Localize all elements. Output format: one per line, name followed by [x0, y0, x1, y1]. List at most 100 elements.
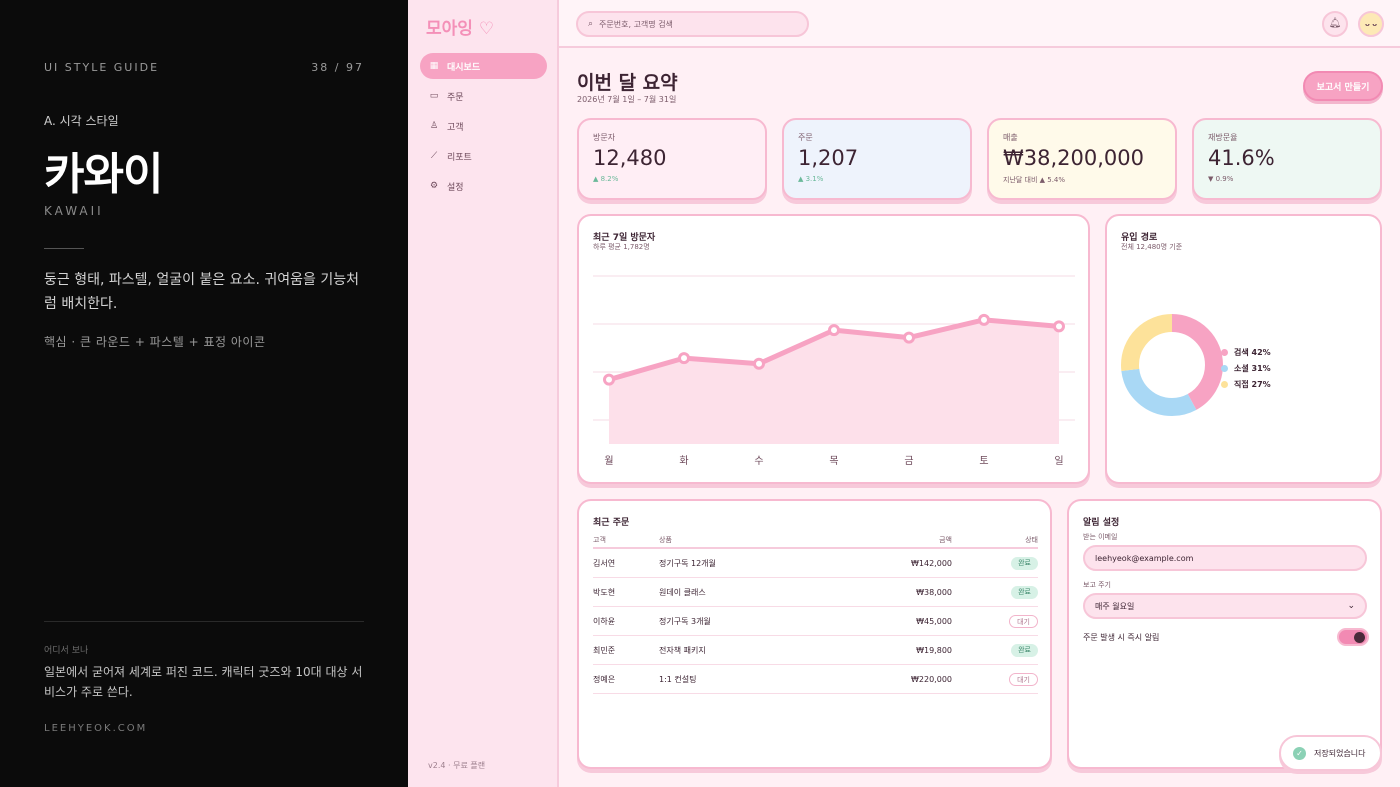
x-tick-label: 금	[904, 455, 913, 467]
page-title: 이번 달 요약	[577, 72, 678, 94]
kpi-card-return-rate: 재방문율 41.6% ▼ 0.9%	[1192, 118, 1382, 200]
data-point[interactable]	[1053, 320, 1065, 333]
guide-divider	[44, 248, 84, 249]
table-row[interactable]: 김서연 정기구독 12개월 ₩142,000 완료	[593, 549, 1038, 578]
cycle-select[interactable]: 매주 월요일 ⌄	[1083, 593, 1367, 619]
legend-item: 직접 27%	[1221, 376, 1271, 392]
legend-label: 소셜 31%	[1234, 363, 1271, 373]
instant-alert-toggle[interactable]	[1337, 628, 1369, 646]
page-date: 2026년 7월 1일 – 7월 31일	[577, 95, 677, 104]
status-badge: 대기	[1009, 614, 1038, 628]
cell-product: 정기구독 3개월	[659, 616, 711, 626]
legend-item: 검색 42%	[1221, 344, 1271, 360]
cell-amount: ₩142,000	[911, 558, 952, 568]
sidebar-item-label: 대시보드	[447, 62, 481, 73]
cycle-label: 보고 주기	[1083, 581, 1111, 589]
create-report-button[interactable]: 보고서 만들기	[1303, 71, 1383, 101]
app-window: 모아잉 ♡ ▦ 대시보드 ▭ 주문 ♙ 고객 ⟋ 리포트 ⚙ 설정 v2.4 ·…	[408, 0, 1400, 787]
cell-customer: 김서연	[593, 558, 616, 568]
kpi-label: 방문자	[593, 133, 616, 142]
toast-message: 저장되었습니다	[1314, 748, 1366, 758]
notification-settings-card: 알림 설정 받는 이메일 leehyeok@example.com 보고 주기 …	[1067, 499, 1382, 769]
visitors-line-chart: 월화수목금토일	[593, 275, 1075, 467]
sidebar-nav: ▦ 대시보드 ▭ 주문 ♙ 고객 ⟋ 리포트 ⚙ 설정	[420, 53, 547, 203]
cell-customer: 최민준	[593, 645, 616, 655]
sidebar-item-dashboard[interactable]: ▦ 대시보드	[420, 53, 547, 79]
cell-status: 완료	[952, 556, 1038, 570]
sidebar-item-label: 주문	[447, 92, 464, 103]
save-toast: ✓ 저장되었습니다	[1279, 735, 1382, 771]
cell-amount: ₩38,000	[916, 587, 952, 597]
status-badge: 완료	[1011, 643, 1038, 657]
grid-icon: ▦	[429, 61, 439, 71]
kpi-delta: ▼ 0.9%	[1208, 175, 1234, 183]
guide-header: UI STYLE GUIDE	[44, 61, 160, 74]
calendar-icon: ▭	[429, 91, 439, 101]
cycle-value: 매주 월요일	[1095, 601, 1135, 611]
orders-title: 최근 주문	[593, 518, 630, 528]
app-logo[interactable]: 모아잉 ♡	[426, 14, 494, 39]
legend-item: 소셜 31%	[1221, 360, 1271, 376]
toggle-knob	[1354, 632, 1365, 643]
email-label: 받는 이메일	[1083, 533, 1118, 541]
data-point[interactable]	[903, 331, 915, 344]
table-row[interactable]: 박도현 원데이 클래스 ₩38,000 완료	[593, 578, 1038, 607]
kpi-card-orders: 주문 1,207 ▲ 3.1%	[782, 118, 972, 200]
legend-dot	[1221, 380, 1228, 388]
table-row[interactable]: 이하윤 정기구독 3개월 ₩45,000 대기	[593, 607, 1038, 636]
data-point[interactable]	[753, 357, 765, 370]
chart-subtitle: 전체 12,480명 기준	[1121, 243, 1183, 251]
guide-where-text: 일본에서 굳어져 세계로 퍼진 코드. 캐릭터 굿즈와 10대 대상 서비스가 …	[44, 665, 363, 699]
visitors-chart-card: 최근 7일 방문자 하루 평균 1,782명 월화수목금토일	[577, 214, 1090, 484]
sidebar-item-settings[interactable]: ⚙ 설정	[420, 173, 547, 199]
guide-site[interactable]: LEEHYEOK.COM	[44, 723, 147, 734]
cell-amount: ₩19,800	[916, 645, 952, 655]
cell-product: 원데이 클래스	[659, 587, 706, 597]
orders-table: 고객 상품 금액 상태 김서연 정기구독 12개월 ₩142,000 완료 박도현 원데이…	[593, 533, 1038, 694]
search-input[interactable]: ⌕ 주문번호, 고객명 검색	[576, 11, 809, 37]
version-label: v2.4 · 무료 플랜	[428, 761, 486, 770]
settings-title: 알림 설정	[1083, 518, 1120, 528]
guide-divider-bottom	[44, 621, 364, 622]
instant-label: 주문 발생 시 즉시 알림	[1083, 633, 1160, 642]
data-point[interactable]	[603, 373, 615, 386]
kpi-delta: ▲ 8.2%	[593, 175, 619, 183]
cell-product: 1:1 컨설팅	[659, 674, 697, 684]
guide-where-label: 어디서 보나	[44, 646, 89, 656]
sidebar-item-orders[interactable]: ▭ 주문	[420, 83, 547, 109]
status-badge: 완료	[1011, 556, 1038, 570]
recent-orders-card: 최근 주문 고객 상품 금액 상태 김서연 정기구독 12개월 ₩142,000 완료…	[577, 499, 1052, 769]
table-row[interactable]: 최민준 전자책 패키지 ₩19,800 완료	[593, 636, 1038, 665]
header-amount: 금액	[939, 536, 952, 544]
bell-icon[interactable]: 🔔︎	[1322, 11, 1348, 37]
kpi-label: 매출	[1003, 133, 1018, 142]
avatar[interactable]: ᴗ ᴗ	[1358, 11, 1384, 37]
data-point[interactable]	[978, 313, 990, 326]
sidebar-item-reports[interactable]: ⟋ 리포트	[420, 143, 547, 169]
guide-subtitle: KAWAII	[44, 204, 104, 218]
cell-customer: 박도현	[593, 587, 616, 597]
email-field[interactable]: leehyeok@example.com	[1083, 545, 1367, 571]
data-point[interactable]	[828, 324, 840, 337]
header-customer: 고객	[593, 536, 606, 544]
cell-product: 전자책 패키지	[659, 645, 706, 655]
kpi-value: ₩38,200,000	[1003, 146, 1145, 170]
table-row[interactable]: 정예은 1:1 컨설팅 ₩220,000 대기	[593, 665, 1038, 694]
donut-legend: 검색 42% 소셜 31% 직접 27%	[1221, 344, 1271, 392]
guide-core: 핵심 · 큰 라운드 + 파스텔 + 표정 아이콘	[44, 335, 266, 349]
guide-page-number: 38 / 97	[311, 61, 364, 74]
main-content: 이번 달 요약 2026년 7월 1일 – 7월 31일 보고서 만들기 방문자…	[559, 48, 1400, 787]
table-header: 고객 상품 금액 상태	[593, 533, 1038, 549]
data-point[interactable]	[678, 352, 690, 365]
sidebar-item-label: 설정	[447, 182, 464, 193]
kpi-label: 주문	[798, 133, 813, 142]
topbar: ⌕ 주문번호, 고객명 검색 🔔︎ ᴗ ᴗ	[559, 0, 1400, 48]
area-fill	[609, 319, 1059, 444]
status-badge: 대기	[1009, 672, 1038, 686]
sidebar-item-customers[interactable]: ♙ 고객	[420, 113, 547, 139]
cell-status: 완료	[952, 643, 1038, 657]
kpi-delta: 지난달 대비 ▲ 5.4%	[1003, 176, 1066, 184]
guide-section: A. 시각 스타일	[44, 114, 119, 128]
style-guide-panel: UI STYLE GUIDE 38 / 97 A. 시각 스타일 카와이 KAW…	[0, 0, 408, 787]
legend-dot	[1221, 348, 1228, 356]
